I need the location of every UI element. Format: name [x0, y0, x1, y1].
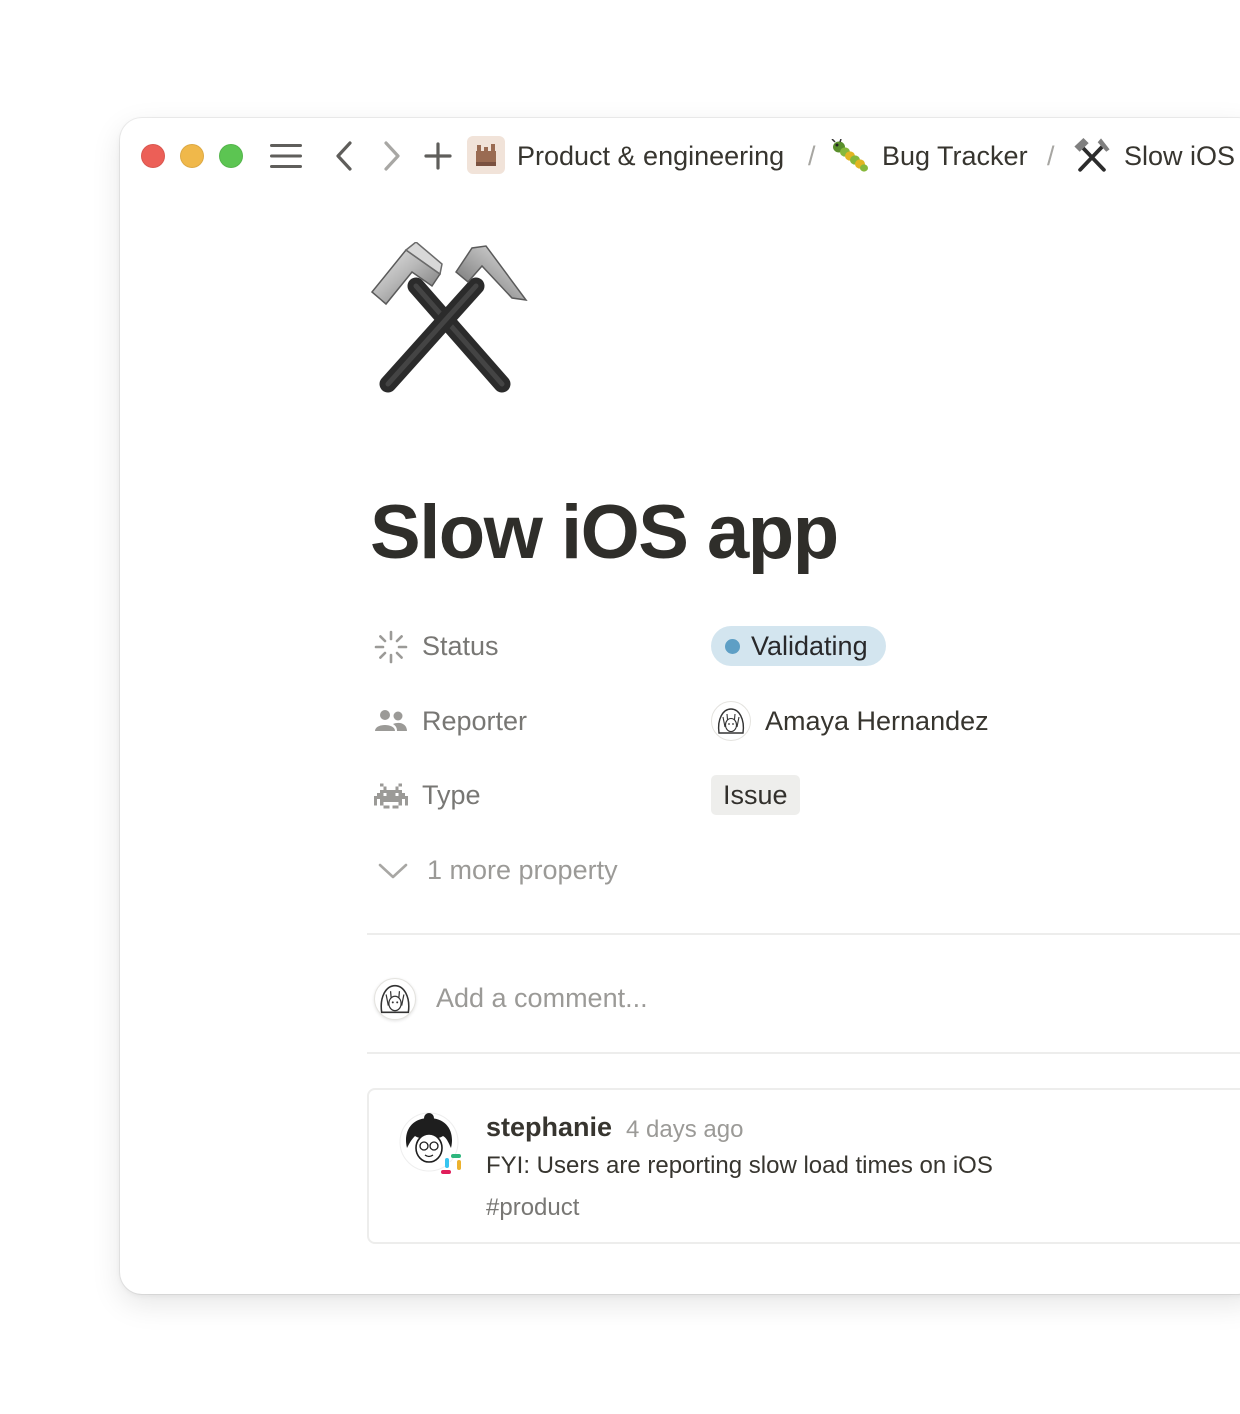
property-row-status: Status Validating	[370, 624, 1240, 668]
space-invader-icon	[374, 779, 408, 813]
title-bar: Product & engineering / Bug Tracker / Sl…	[120, 118, 1240, 194]
breadcrumb-separator: /	[808, 141, 816, 171]
property-label-reporter: Reporter	[422, 706, 528, 736]
app-window: Product & engineering / Bug Tracker / Sl…	[120, 118, 1240, 1294]
comment-timestamp: 4 days ago	[626, 1116, 744, 1143]
status-badge-label: Validating	[751, 630, 868, 661]
comment-input[interactable]	[436, 974, 1136, 1022]
breadcrumb-item-slow-ios[interactable]: Slow iOS	[1124, 138, 1235, 174]
divider	[367, 933, 1240, 935]
forward-arrow-icon[interactable]	[374, 138, 410, 174]
more-properties-label: 1 more property	[427, 855, 618, 885]
breadcrumb-item-bug-tracker[interactable]: Bug Tracker	[882, 138, 1028, 174]
comment-text: FYI: Users are reporting slow load times…	[486, 1152, 993, 1179]
comment-card[interactable]: stephanie 4 days ago FYI: Users are repo…	[367, 1088, 1240, 1244]
avatar	[374, 978, 416, 1020]
divider	[367, 1052, 1240, 1054]
reporter-name: Amaya Hernandez	[765, 705, 989, 736]
breadcrumb-item-product-engineering[interactable]: Product & engineering	[517, 138, 784, 174]
back-arrow-icon[interactable]	[326, 138, 362, 174]
zoom-window-button[interactable]	[219, 144, 243, 168]
breadcrumb-separator: /	[1047, 141, 1055, 171]
avatar	[399, 1112, 461, 1174]
close-window-button[interactable]	[141, 144, 165, 168]
factory-icon	[467, 136, 505, 174]
property-row-reporter: Reporter Amaya Hernandez	[370, 699, 1240, 743]
property-label-status: Status	[422, 631, 499, 661]
page-title[interactable]: Slow iOS app	[370, 488, 839, 578]
type-value[interactable]: Issue	[711, 773, 800, 817]
hammer-pick-icon	[1072, 136, 1112, 176]
comment-author[interactable]: stephanie	[486, 1110, 612, 1144]
status-badge[interactable]: Validating	[711, 626, 886, 666]
bug-icon	[830, 136, 870, 176]
type-tag[interactable]: Issue	[711, 775, 800, 815]
more-properties-toggle[interactable]: 1 more property	[370, 848, 970, 892]
plus-icon[interactable]	[420, 138, 456, 174]
comment-composer	[372, 974, 1240, 1022]
avatar	[711, 701, 751, 741]
status-dot	[725, 638, 740, 654]
reporter-value[interactable]: Amaya Hernandez	[711, 699, 989, 743]
status-loader-icon	[374, 630, 408, 664]
comment-channel[interactable]: #product	[486, 1192, 579, 1224]
property-label-type: Type	[422, 780, 481, 810]
people-icon	[374, 705, 408, 739]
menu-icon[interactable]	[268, 138, 304, 174]
status-value[interactable]: Validating	[711, 624, 886, 668]
hammer-pick-icon[interactable]	[368, 241, 528, 402]
property-row-type: Type Issue	[370, 773, 1240, 817]
chevron-down-icon	[376, 854, 410, 888]
minimize-window-button[interactable]	[180, 144, 204, 168]
